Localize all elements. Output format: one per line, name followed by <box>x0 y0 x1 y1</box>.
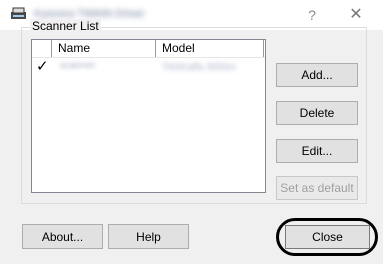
scanner-model: TASKalfa 3050ci <box>162 62 236 71</box>
scanner-name: scanner <box>60 63 96 69</box>
column-header-model[interactable]: Model <box>156 40 264 57</box>
edit-button[interactable]: Edit... <box>276 139 358 163</box>
title-close-button[interactable]: ✕ <box>346 5 366 25</box>
list-item[interactable]: ✓ scanner TASKalfa 3050ci <box>32 58 265 76</box>
scanner-app-icon <box>11 7 26 19</box>
title-help-button[interactable]: ? <box>302 5 322 25</box>
help-button[interactable]: Help <box>108 224 189 249</box>
default-check-icon: ✓ <box>36 58 49 75</box>
scanner-list-view[interactable]: Name Model ✓ scanner TASKalfa 3050ci <box>31 39 266 193</box>
column-header-check[interactable] <box>32 40 52 57</box>
delete-button[interactable]: Delete <box>276 101 358 125</box>
close-highlight-ring <box>276 218 378 256</box>
about-button[interactable]: About... <box>22 224 103 249</box>
column-header-name[interactable]: Name <box>52 40 156 57</box>
set-as-default-button[interactable]: Set as default <box>276 176 358 200</box>
add-button[interactable]: Add... <box>276 63 358 87</box>
list-header: Name Model <box>32 40 265 58</box>
scanner-list-label: Scanner List <box>30 19 101 33</box>
